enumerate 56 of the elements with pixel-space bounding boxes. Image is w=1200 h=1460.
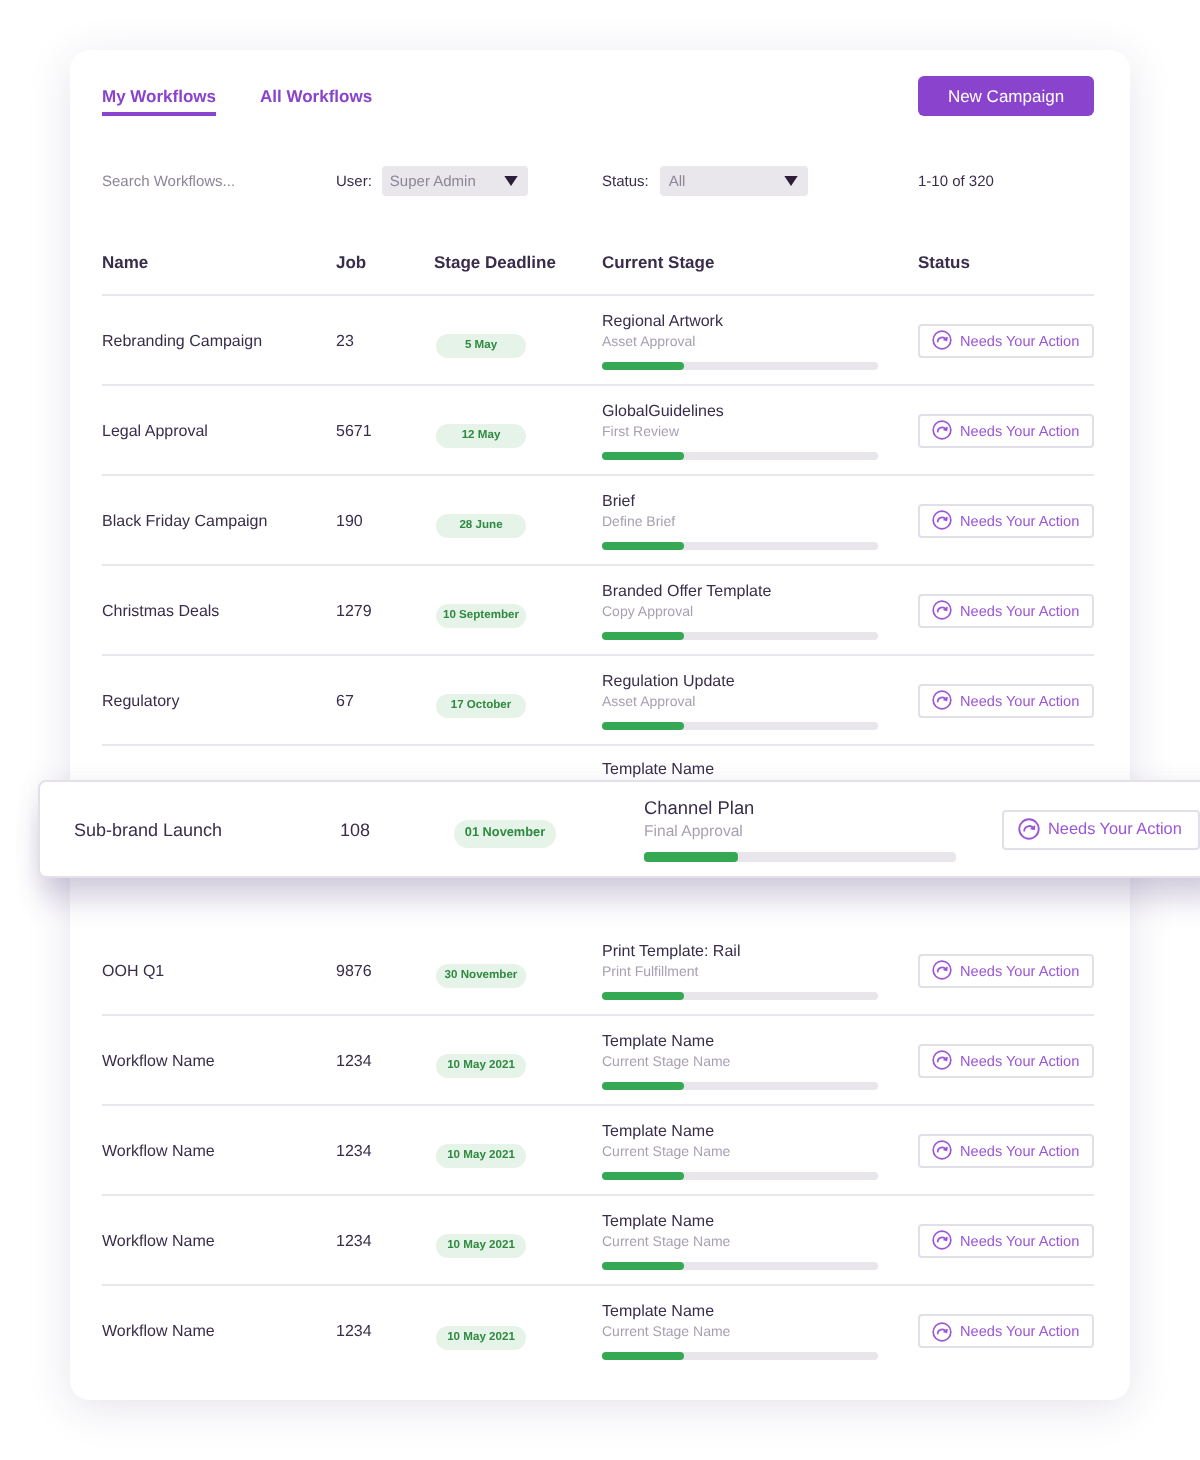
- stage-title: Regional Artwork: [602, 311, 723, 331]
- job-number: 1279: [336, 601, 374, 619]
- caret-icon: [784, 175, 799, 185]
- new-campaign-button[interactable]: New Campaign: [918, 76, 1094, 116]
- arrow-circle-icon: [932, 1230, 952, 1250]
- tab[interactable]: My Workflows: [102, 76, 216, 116]
- stage-title: Brief: [602, 491, 635, 511]
- status-button[interactable]: Needs Your Action: [1002, 809, 1200, 849]
- column-header: Name: [102, 251, 151, 271]
- caret-icon: [503, 175, 518, 185]
- stage-title: Template Name: [602, 1031, 715, 1051]
- job-number: 9876: [336, 961, 374, 979]
- stage-title: Channel Plan: [644, 796, 755, 820]
- workflow-name: Regulatory: [102, 691, 182, 709]
- arrow-circle-icon: [932, 960, 952, 980]
- job-number: 1234: [336, 1322, 374, 1340]
- workflow-name: Rebranding Campaign: [102, 331, 265, 349]
- arrow-circle-icon: [932, 600, 952, 620]
- column-header: Status: [918, 251, 972, 271]
- job-number: 67: [336, 691, 356, 709]
- job-number: 190: [336, 511, 365, 529]
- workflow-name: Sub-brand Launch: [74, 819, 225, 839]
- arrow-circle-icon: [932, 1321, 952, 1341]
- stage-title: GlobalGuidelines: [602, 401, 724, 421]
- stage-title: Template Name: [602, 760, 717, 780]
- workflow-name: Black Friday Campaign: [102, 511, 270, 529]
- stage-title: Regulation Update: [602, 671, 735, 691]
- workflow-name: Workflow Name: [102, 1141, 217, 1159]
- job-number: 5671: [336, 421, 374, 439]
- arrow-circle-icon: [932, 330, 952, 350]
- arrow-circle-icon: [932, 1140, 952, 1160]
- job-number: 1234: [336, 1141, 374, 1159]
- stage-title: Branded Offer Template: [602, 581, 772, 601]
- stage-title: Template Name: [602, 1211, 715, 1231]
- arrow-circle-icon: [932, 690, 952, 710]
- stage-title: Template Name: [602, 1302, 715, 1322]
- column-header: Stage Deadline: [434, 251, 558, 271]
- workflow-name: OOH Q1: [102, 961, 167, 979]
- stage-title: Print Template: Rail: [602, 941, 741, 961]
- arrow-circle-icon: [1018, 818, 1040, 840]
- workflow-name: Workflow Name: [102, 1051, 217, 1069]
- job-number: 1234: [336, 1231, 374, 1249]
- arrow-circle-icon: [932, 420, 952, 440]
- workflow-name: Workflow Name: [102, 1231, 217, 1249]
- job-number: 23: [336, 331, 356, 349]
- workflow-name: Christmas Deals: [102, 601, 222, 619]
- workflow-name: Legal Approval: [102, 421, 210, 439]
- tab[interactable]: All Workflows: [260, 76, 373, 116]
- job-number: 1234: [336, 1051, 374, 1069]
- column-header: Current Stage: [602, 251, 717, 271]
- job-number: 108: [340, 819, 373, 839]
- arrow-circle-icon: [932, 1050, 952, 1070]
- arrow-circle-icon: [932, 510, 952, 530]
- column-header: Job: [336, 251, 369, 271]
- stage-title: Template Name: [602, 1121, 715, 1141]
- workflow-name: Workflow Name: [102, 1322, 217, 1340]
